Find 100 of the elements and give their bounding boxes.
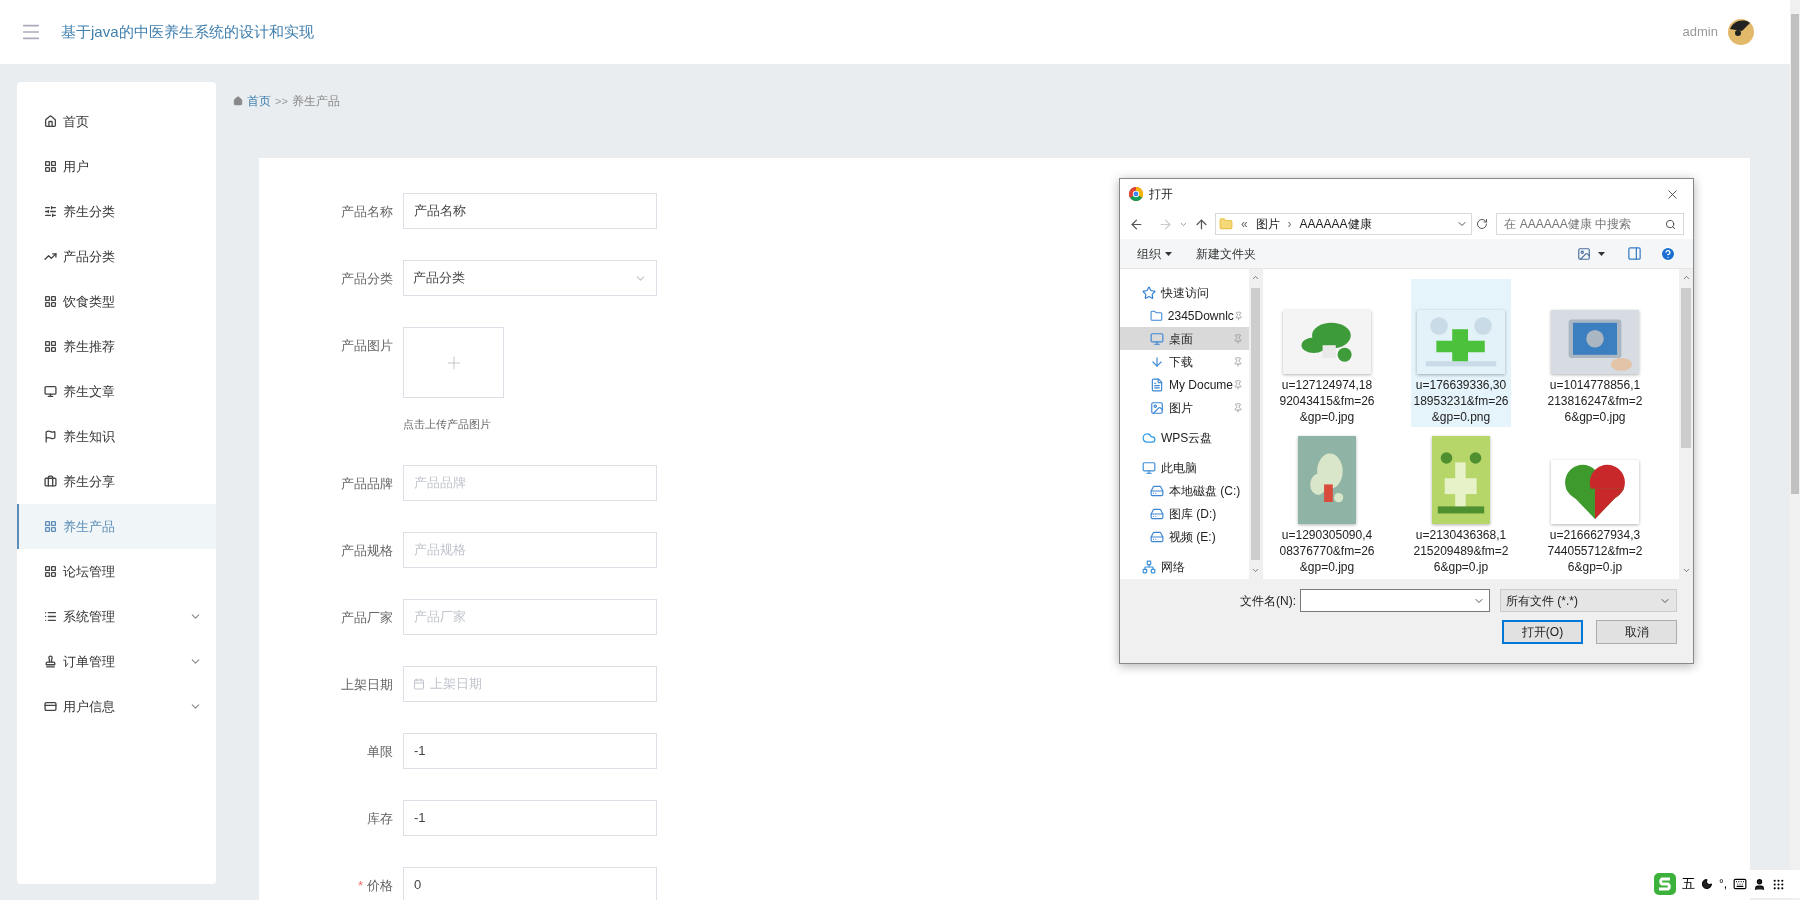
nav-item[interactable]: 本地磁盘 (C:) [1120, 479, 1249, 502]
nav-item[interactable]: 桌面 [1120, 327, 1249, 350]
user-icon[interactable] [1753, 877, 1767, 891]
scroll-up-icon[interactable] [1251, 273, 1260, 282]
field-label: 产品分类 [341, 271, 393, 286]
nav-item[interactable]: 视频 (E:) [1120, 525, 1249, 548]
cloud-icon [1142, 430, 1156, 445]
field-label: 产品厂家 [341, 609, 393, 625]
scrollbar[interactable] [1249, 269, 1262, 579]
sidebar-item[interactable]: 饮食类型 [17, 279, 216, 324]
app-title: 基于java的中医养生系统的设计和实现 [61, 21, 315, 42]
file-type-select[interactable]: 所有文件 (*.*) [1500, 589, 1677, 612]
ime-logo-icon [1654, 873, 1676, 895]
nav-item[interactable]: 快速访问 [1120, 281, 1249, 304]
preview-pane-icon[interactable] [1627, 246, 1642, 261]
sidebar-item[interactable]: 养生推荐 [17, 324, 216, 369]
folder-icon [1150, 308, 1163, 323]
network-icon [1142, 559, 1156, 574]
grid-icon [44, 520, 57, 533]
file-item[interactable]: u=2166627934,3744055712&fm=26&gp=0.jp [1545, 429, 1645, 577]
scrollbar[interactable] [1679, 269, 1693, 579]
calendar-icon [413, 677, 425, 690]
back-icon[interactable] [1129, 216, 1144, 232]
breadcrumb-link[interactable]: 首页 [247, 92, 271, 110]
sidebar-item[interactable]: 首页 [17, 99, 216, 144]
ime-mode[interactable]: 五 [1682, 874, 1695, 894]
text-field[interactable]: 产品品牌 [403, 464, 657, 501]
search-icon [1665, 218, 1676, 230]
text-field[interactable]: 0 [403, 866, 657, 900]
drive-icon [1150, 529, 1164, 544]
sidebar-item[interactable]: 用户 [17, 144, 216, 189]
file-item[interactable]: u=176639336,3018953231&fm=26&gp=0.png [1411, 279, 1511, 427]
view-icon[interactable] [1577, 246, 1591, 261]
caret-icon [1165, 251, 1172, 256]
file-name-label: 文件名(N): [1240, 592, 1296, 610]
nav-item[interactable]: My Docume [1120, 373, 1249, 396]
grid-icon[interactable] [1772, 877, 1786, 891]
sidebar-item[interactable]: 系统管理 [17, 594, 216, 639]
text-field[interactable]: 产品厂家 [403, 598, 657, 635]
nav-item[interactable]: 2345Downlc [1120, 304, 1249, 327]
file-item[interactable]: u=127124974,1892043415&fm=26&gp=0.jpg [1277, 279, 1377, 427]
text-field[interactable]: -1 [403, 732, 657, 769]
help-icon[interactable] [1660, 245, 1676, 262]
scroll-down-icon[interactable] [1251, 566, 1260, 575]
select-field[interactable]: 产品分类 [403, 260, 657, 296]
chart-icon [44, 250, 57, 263]
scroll-down-icon[interactable] [1681, 566, 1691, 575]
nav-item[interactable]: 此电脑 [1120, 456, 1249, 479]
path-segment[interactable]: AAAAAA健康 [1299, 215, 1372, 233]
sidebar-item[interactable]: 订单管理 [17, 639, 216, 684]
file-item[interactable]: u=1290305090,408376770&fm=26&gp=0.jpg [1277, 429, 1377, 577]
field-label: 产品名称 [341, 204, 393, 219]
search-field[interactable]: 在 AAAAAA健康 中搜索 [1496, 213, 1684, 235]
moon-icon[interactable] [1701, 878, 1713, 890]
caret-icon[interactable] [1598, 251, 1605, 256]
avatar-icon[interactable] [1728, 19, 1754, 45]
text-field[interactable]: -1 [403, 799, 657, 836]
folder-icon [1218, 217, 1233, 231]
up-icon[interactable] [1193, 216, 1209, 232]
path-prefix: « [1240, 216, 1248, 233]
file-item[interactable]: u=2130436368,1215209489&fm=26&gp=0.jp [1411, 429, 1511, 577]
field-label: * 价格 [357, 877, 393, 893]
dialog-button[interactable]: 打开(O) [1502, 620, 1583, 644]
scroll-up-icon[interactable] [1681, 273, 1691, 282]
sidebar-item[interactable]: 产品分类 [17, 234, 216, 279]
sidebar-item[interactable]: 论坛管理 [17, 549, 216, 594]
text-field[interactable]: 产品名称 [403, 193, 657, 229]
sidebar-item[interactable]: 用户信息 [17, 684, 216, 729]
file-name: u=127124974,1892043415&fm=26&gp=0.jpg [1279, 377, 1375, 425]
nav-item[interactable]: WPS云盘 [1120, 426, 1249, 449]
field-label: 上架日期 [341, 676, 393, 692]
nav-item[interactable]: 下载 [1120, 350, 1249, 373]
address-bar[interactable]: « 图片 › AAAAAA健康 [1214, 213, 1473, 235]
sidebar-item[interactable]: 养生知识 [17, 414, 216, 459]
nav-item[interactable]: 图片 [1120, 396, 1249, 419]
text-field[interactable]: 产品规格 [403, 531, 657, 568]
sidebar-item[interactable]: 养生分类 [17, 189, 216, 234]
file-item[interactable]: u=1014778856,1213816247&fm=26&gp=0.jpg [1545, 279, 1645, 427]
dialog-button[interactable]: 取消 [1596, 620, 1677, 644]
flag-icon [44, 430, 57, 443]
field-label: 库存 [367, 810, 393, 826]
image-icon [1150, 400, 1164, 415]
sidebar-item[interactable]: 养生分享 [17, 459, 216, 504]
field-label: 单限 [367, 743, 393, 759]
home-icon [233, 96, 243, 106]
keyboard-icon[interactable] [1733, 877, 1748, 891]
computer-icon [1142, 460, 1156, 475]
file-name-field[interactable] [1300, 589, 1490, 612]
toolbar-button[interactable]: 新建文件夹 [1196, 244, 1256, 263]
scrollbar[interactable] [1790, 0, 1800, 900]
ime-punctuation[interactable]: °, [1719, 875, 1728, 893]
toolbar-button[interactable]: 组织 [1137, 244, 1172, 263]
nav-item[interactable]: 网络 [1120, 555, 1249, 578]
star-icon [1142, 285, 1156, 300]
refresh-icon[interactable] [1476, 218, 1489, 230]
path-segment[interactable]: 图片 [1255, 215, 1280, 233]
file-name: u=1290305090,408376770&fm=26&gp=0.jpg [1279, 527, 1375, 575]
sidebar-item[interactable]: 养生文章 [17, 369, 216, 414]
field-label: 产品图片 [341, 338, 393, 353]
nav-item[interactable]: 图库 (D:) [1120, 502, 1249, 525]
